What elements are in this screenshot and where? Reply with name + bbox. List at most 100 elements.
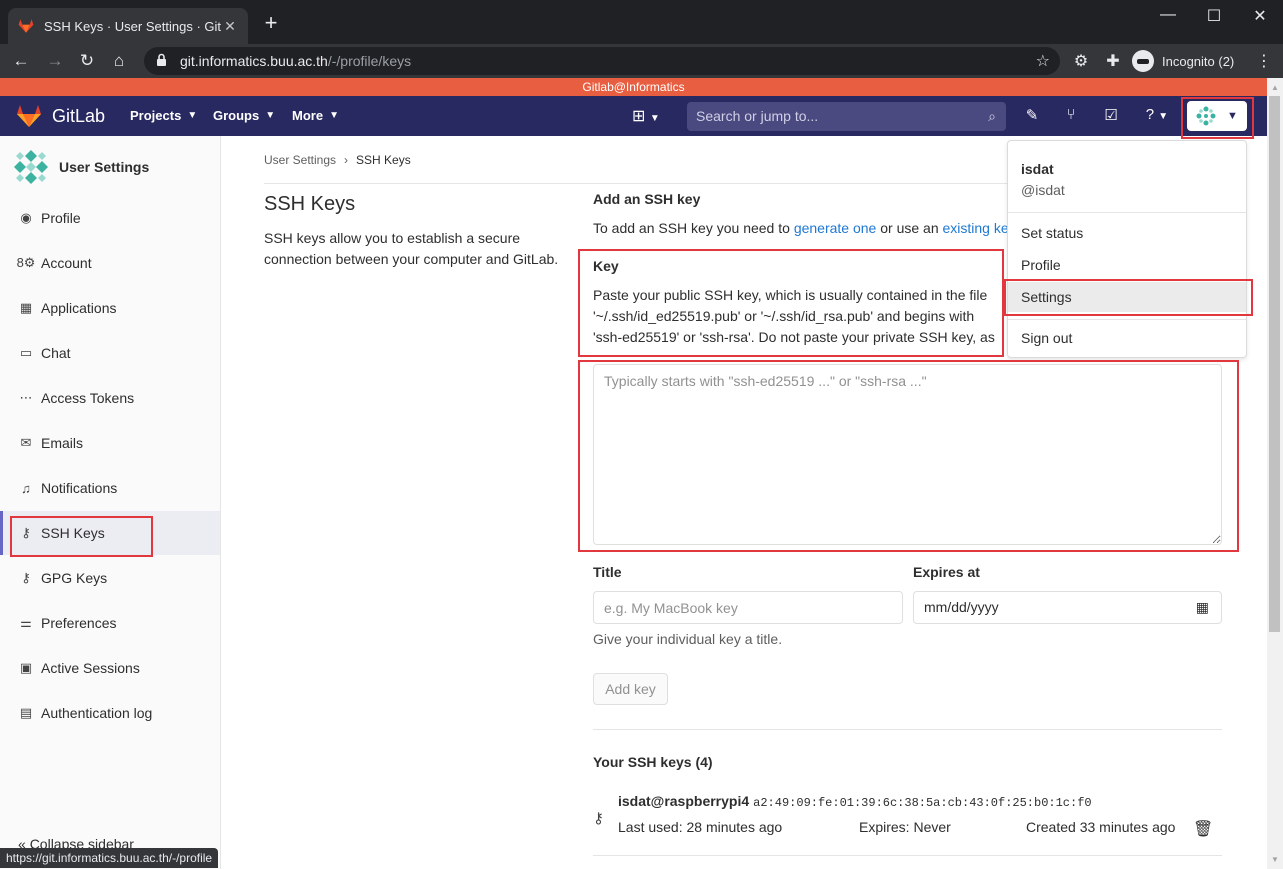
key-row-title[interactable]: isdat@raspberrypi4 a2:49:09:fe:01:39:6c:3… [618, 793, 1092, 810]
menu-settings[interactable]: Settings [1008, 282, 1246, 312]
bookmark-star-icon[interactable]: ☆ [1036, 51, 1050, 71]
user-menu-button[interactable]: ▼ [1187, 101, 1247, 131]
back-icon[interactable]: ← [10, 50, 32, 72]
dropdown-user-handle[interactable]: @isdat [1021, 182, 1065, 198]
menu-profile[interactable]: Profile [1008, 250, 1246, 280]
intro-text: To add an SSH key you need to [593, 220, 794, 236]
merge-requests-icon[interactable]: ⑂ [1061, 106, 1081, 123]
sidebar-item-label: Applications [41, 300, 117, 316]
scroll-down-icon[interactable]: ▼ [1267, 852, 1283, 868]
nav-groups[interactable]: Groups ▼ [213, 108, 275, 123]
bell-icon: ♫ [21, 480, 31, 496]
user-dropdown-menu: isdat @isdat Set status Profile Settings… [1007, 140, 1247, 358]
sidebar-item-account[interactable]: 8⚙ Account [0, 241, 220, 285]
sidebar-item-profile[interactable]: ◉ Profile [0, 196, 220, 240]
incognito-indicator[interactable]: Incognito (2) [1132, 48, 1234, 74]
browser-menu-icon[interactable]: ⋮ [1256, 51, 1272, 71]
dropdown-user-name[interactable]: isdat [1021, 161, 1054, 177]
incognito-label: Incognito (2) [1162, 53, 1235, 69]
brand-name: GitLab [52, 105, 106, 126]
menu-sign-out[interactable]: Sign out [1008, 323, 1246, 353]
sidebar-item-active-sessions[interactable]: ▣ Active Sessions [0, 646, 220, 690]
key-name[interactable]: isdat@raspberrypi4 [618, 793, 749, 809]
key-textarea[interactable] [593, 364, 1222, 545]
tab-title: SSH Keys · User Settings · GitLab [44, 18, 222, 34]
menu-set-status[interactable]: Set status [1008, 218, 1246, 248]
dropdown-divider [1008, 212, 1246, 213]
todos-icon[interactable]: ☑ [1101, 106, 1121, 124]
user-avatar-icon [1195, 105, 1217, 127]
expires-date-input[interactable]: mm/dd/yyyy ▦ [913, 591, 1222, 624]
sidebar-item-applications[interactable]: ▦ Applications [0, 286, 220, 330]
home-icon[interactable]: ⌂ [108, 50, 130, 72]
title-input[interactable] [593, 591, 903, 624]
chat-icon: ▭ [19, 345, 33, 360]
new-tab-icon[interactable]: + [260, 12, 282, 34]
sidebar-header[interactable]: User Settings [12, 148, 149, 186]
extensions-puzzle-icon[interactable]: ✚ [1103, 51, 1123, 71]
title-label: Title [593, 564, 622, 580]
sidebar-item-gpg-keys[interactable]: ⚷ GPG Keys [0, 556, 220, 600]
url-host: git.informatics.buu.ac.th [180, 53, 328, 69]
add-ssh-key-heading: Add an SSH key [593, 191, 701, 207]
sidebar-item-ssh-keys[interactable]: ⚷ SSH Keys [0, 511, 220, 555]
browser-toolbar: ← → ↻ ⌂ git.informatics.buu.ac.th/-/prof… [0, 44, 1283, 78]
reload-icon[interactable]: ↻ [76, 50, 98, 72]
dropdown-divider [1008, 319, 1246, 320]
nav-projects[interactable]: Projects ▼ [130, 108, 197, 123]
key-icon: ⚷ [593, 810, 604, 827]
breadcrumb: User Settings › SSH Keys [264, 153, 411, 167]
key-icon: ⚷ [21, 525, 31, 540]
issues-icon[interactable]: ✎ [1022, 106, 1042, 124]
breadcrumb-ssh-keys[interactable]: SSH Keys [356, 153, 411, 167]
divider [593, 855, 1222, 856]
extension-gear-icon[interactable]: ⚙ [1071, 51, 1091, 71]
sidebar-item-label: Authentication log [41, 705, 153, 721]
gitlab-logo[interactable]: GitLab [16, 104, 105, 128]
sidebar-item-authentication-log[interactable]: ▤ Authentication log [0, 691, 220, 735]
sidebar-item-emails[interactable]: ✉ Emails [0, 421, 220, 465]
close-window-icon[interactable]: ✕ [1250, 6, 1270, 26]
gitlab-favicon-icon [18, 19, 34, 33]
calendar-icon[interactable]: ▦ [1196, 592, 1209, 623]
search-input[interactable]: Search or jump to... ⌕ [687, 102, 1006, 131]
tanuki-logo-icon [17, 105, 41, 127]
add-key-button[interactable]: Add key [593, 673, 668, 705]
page-description: SSH keys allow you to establish a secure… [264, 230, 559, 267]
sidebar-item-chat[interactable]: ▭ Chat [0, 331, 220, 375]
monitor-icon: ▣ [19, 660, 33, 675]
preferences-icon: ⚌ [20, 615, 32, 630]
scrollbar-thumb[interactable] [1269, 96, 1280, 632]
sidebar-item-label: Chat [41, 345, 71, 361]
minimize-icon[interactable]: — [1158, 6, 1178, 24]
sidebar-item-notifications[interactable]: ♫ Notifications [0, 466, 220, 510]
address-bar[interactable]: git.informatics.buu.ac.th/-/profile/keys… [144, 47, 1060, 75]
key-created: Created 33 minutes ago [1026, 819, 1176, 835]
sidebar-item-access-tokens[interactable]: ⋯ Access Tokens [0, 376, 220, 420]
maximize-icon[interactable]: ☐ [1204, 6, 1224, 26]
chevron-down-icon: ▼ [187, 110, 198, 121]
browser-tab[interactable]: SSH Keys · User Settings · GitLab ✕ [8, 8, 248, 44]
title-help-text: Give your individual key a title. [593, 631, 783, 647]
new-item-plus-icon[interactable]: ⊞ ▼ [632, 106, 660, 126]
lock-icon [156, 53, 170, 70]
search-placeholder: Search or jump to... [696, 108, 819, 124]
delete-key-trash-icon[interactable]: 🗑 [1193, 819, 1213, 839]
nav-groups-label: Groups [213, 108, 260, 123]
existing-key-link[interactable]: existing key [943, 220, 1016, 236]
generate-one-link[interactable]: generate one [794, 220, 877, 236]
key-icon: ⚷ [21, 570, 31, 585]
nav-projects-label: Projects [130, 108, 182, 123]
sidebar-item-preferences[interactable]: ⚌ Preferences [0, 601, 220, 645]
sidebar-item-label: Access Tokens [41, 390, 135, 406]
chevron-down-icon: ▼ [265, 110, 276, 121]
breadcrumb-user-settings[interactable]: User Settings [264, 153, 336, 167]
scroll-up-icon[interactable]: ▲ [1267, 80, 1283, 96]
help-icon[interactable]: ? ▼ [1140, 106, 1174, 123]
close-tab-icon[interactable]: ✕ [222, 18, 238, 35]
profile-icon: ◉ [20, 210, 32, 225]
page-title: SSH Keys [264, 193, 356, 215]
nav-more[interactable]: More ▼ [292, 108, 339, 123]
instance-banner: Gitlab@Informatics [0, 78, 1267, 96]
forward-icon[interactable]: → [44, 50, 66, 72]
